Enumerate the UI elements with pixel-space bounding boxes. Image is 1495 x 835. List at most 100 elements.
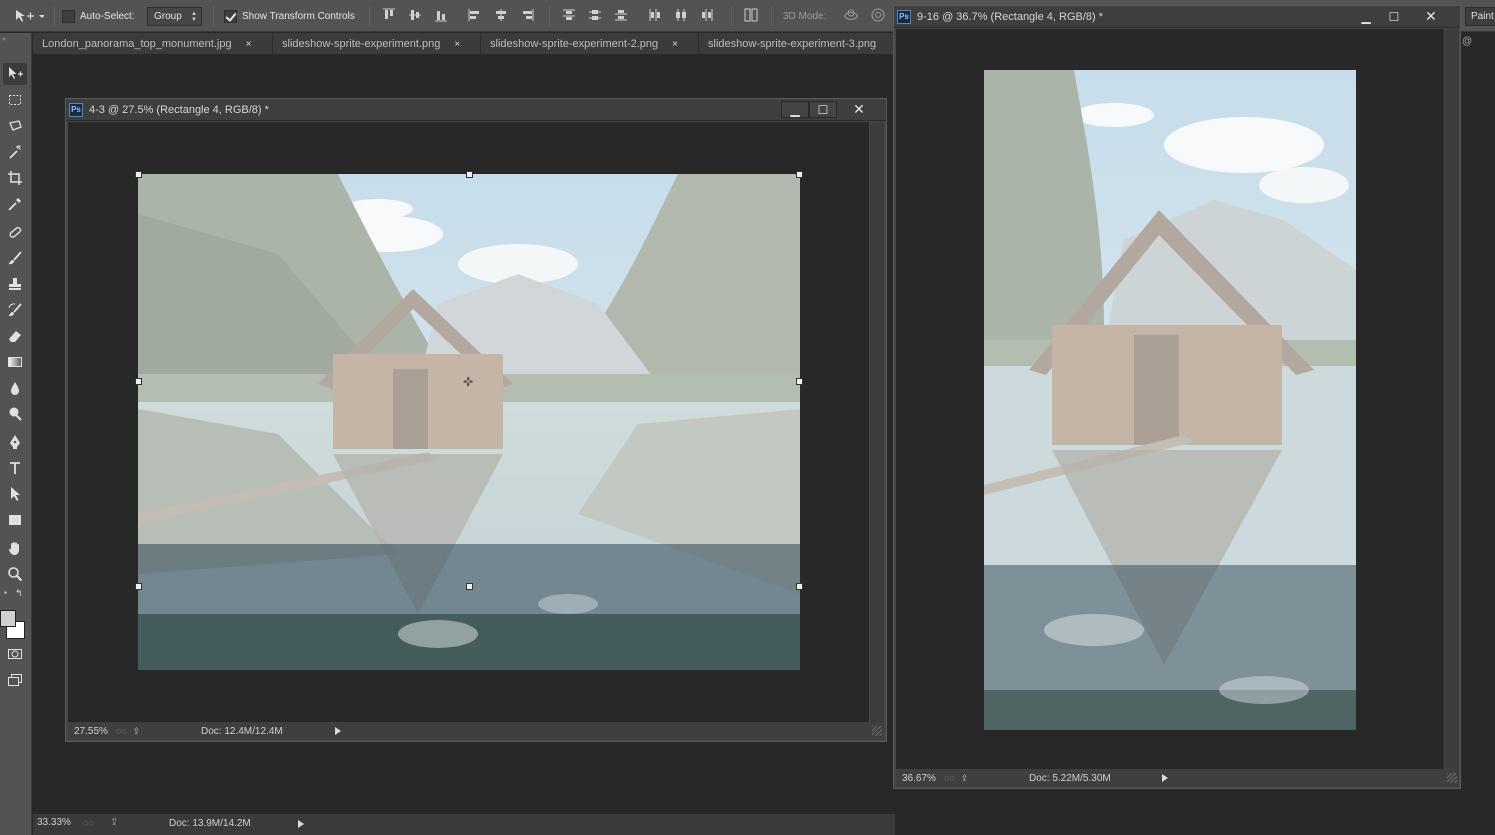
marquee-tool-icon[interactable] <box>3 89 27 111</box>
transform-handle-top-left[interactable] <box>135 171 142 178</box>
transform-handle-middle-right[interactable] <box>796 378 803 385</box>
eraser-icon[interactable] <box>3 325 27 347</box>
align-right-edges-icon[interactable] <box>519 7 535 23</box>
show-transform-controls-checkbox[interactable] <box>224 9 237 23</box>
transform-handle-top-center[interactable] <box>466 171 473 178</box>
minimize-button[interactable]: ▁ <box>781 101 809 118</box>
auto-align-layers-icon[interactable] <box>743 7 759 23</box>
resize-grip-icon[interactable] <box>1447 773 1457 783</box>
tab-slideshow-sprite-experiment-3[interactable]: slideshow-sprite-experiment-3.png <box>699 33 895 55</box>
pen-tool-icon[interactable] <box>3 431 27 453</box>
transform-handle-bottom-left[interactable] <box>135 583 142 590</box>
quick-mask-icon[interactable] <box>3 643 27 665</box>
main-doc-size: Doc: 13.9M/14.2M <box>169 818 251 829</box>
panel-collapse-icon[interactable]: » <box>2 36 6 43</box>
dodge-tool-icon[interactable] <box>3 403 27 425</box>
lasso-tool-icon[interactable] <box>3 115 27 137</box>
share-icon[interactable]: ⇪ <box>133 726 141 737</box>
tab-slideshow-sprite-experiment-2[interactable]: slideshow-sprite-experiment-2.png × <box>481 33 699 55</box>
workspace-switcher-button[interactable]: Paint <box>1465 7 1495 26</box>
photoshop-doc-icon: Ps <box>897 9 911 24</box>
3d-roll-icon[interactable] <box>870 7 886 23</box>
main-zoom-level[interactable]: 33.33% <box>37 817 71 828</box>
status-menu-arrow-icon[interactable] <box>335 727 341 735</box>
maximize-button[interactable]: ☐ <box>809 101 837 118</box>
window-titlebar[interactable]: Ps 9-16 @ 36.7% (Rectangle 4, RGB/8) * ▁… <box>894 6 1460 28</box>
minimize-button[interactable]: ▁ <box>1352 8 1380 25</box>
status-icons: ◌◌ ⇪ <box>944 773 984 784</box>
swap-colors-icon[interactable]: ↰ <box>15 588 23 599</box>
default-colors-icon[interactable]: ▪ <box>4 588 7 597</box>
canvas-image-boathouse[interactable] <box>138 174 800 670</box>
zoom-level[interactable]: 27.55% <box>68 726 116 737</box>
type-tool-icon[interactable] <box>3 457 27 479</box>
align-bottom-edges-icon[interactable] <box>433 7 449 23</box>
cloud-sync-icon[interactable]: ◌◌ <box>116 726 127 737</box>
distribute-left-edges-icon[interactable] <box>647 7 663 23</box>
share-icon[interactable]: ⇪ <box>961 773 969 784</box>
tab-close-icon[interactable]: × <box>454 39 460 50</box>
resize-grip-icon[interactable] <box>872 726 882 736</box>
status-menu-arrow-icon[interactable] <box>298 820 304 828</box>
status-menu-arrow-icon[interactable] <box>1162 774 1168 782</box>
tools-panel: » ▪ ↰ <box>0 33 32 835</box>
maximize-button[interactable]: ☐ <box>1380 8 1408 25</box>
3d-orbit-icon[interactable] <box>843 7 859 23</box>
transform-reference-point-icon[interactable]: ✜ <box>463 375 473 389</box>
tab-overflow-icon[interactable]: @ <box>1462 36 1472 47</box>
align-horizontal-centers-icon[interactable] <box>493 7 509 23</box>
cloud-sync-icon[interactable]: ◌◌ <box>944 773 955 784</box>
status-cloud-icon[interactable]: ◌◌ <box>83 818 94 828</box>
align-vertical-centers-icon[interactable] <box>407 7 423 23</box>
magic-wand-icon[interactable] <box>3 141 27 163</box>
vertical-scrollbar[interactable] <box>1445 29 1459 769</box>
transform-handle-middle-left[interactable] <box>135 378 142 385</box>
zoom-tool-icon[interactable] <box>3 563 27 585</box>
brush-tool-icon[interactable] <box>3 247 27 269</box>
window-status-bar: 27.55% ◌◌ ⇪ Doc: 12.4M/12.4M <box>68 722 884 740</box>
foreground-color-swatch[interactable] <box>0 610 16 627</box>
move-tool-preset-icon[interactable] <box>14 0 44 32</box>
transform-handle-bottom-center[interactable] <box>466 583 473 590</box>
zoom-level[interactable]: 36.67% <box>896 773 944 784</box>
healing-brush-icon[interactable] <box>3 221 27 243</box>
canvas-area[interactable]: ✜ <box>68 122 869 722</box>
align-left-edges-icon[interactable] <box>467 7 483 23</box>
clone-stamp-icon[interactable] <box>3 273 27 295</box>
photoshop-app: Auto-Select: Group ▲ ▼ Show Transform Con… <box>0 0 1495 835</box>
close-button[interactable]: ✕ <box>845 101 873 118</box>
align-top-edges-icon[interactable] <box>381 7 397 23</box>
history-brush-icon[interactable] <box>3 299 27 321</box>
blur-tool-icon[interactable] <box>3 377 27 399</box>
transform-handle-bottom-right[interactable] <box>796 583 803 590</box>
distribute-bottom-edges-icon[interactable] <box>613 7 629 23</box>
hand-tool-icon[interactable] <box>3 537 27 559</box>
close-button[interactable]: ✕ <box>1417 8 1445 25</box>
crop-tool-icon[interactable] <box>3 167 27 189</box>
transform-handle-top-right[interactable] <box>796 171 803 178</box>
vertical-scrollbar[interactable] <box>870 122 884 722</box>
distribute-right-edges-icon[interactable] <box>699 7 715 23</box>
3d-mode-label: 3D Mode: <box>783 10 827 22</box>
photoshop-doc-icon: Ps <box>69 102 83 117</box>
tab-close-icon[interactable]: × <box>672 39 678 50</box>
path-selection-icon[interactable] <box>3 483 27 505</box>
eyedropper-icon[interactable] <box>3 193 27 215</box>
doc-size: Doc: 12.4M/12.4M <box>201 725 283 737</box>
tab-slideshow-sprite-experiment[interactable]: slideshow-sprite-experiment.png × <box>273 33 481 55</box>
distribute-top-edges-icon[interactable] <box>561 7 577 23</box>
distribute-horizontal-centers-icon[interactable] <box>673 7 689 23</box>
distribute-vertical-centers-icon[interactable] <box>587 7 603 23</box>
auto-select-target-dropdown[interactable]: Group ▲ ▼ <box>147 6 202 26</box>
canvas-area[interactable] <box>896 29 1444 769</box>
auto-select-checkbox[interactable] <box>62 9 75 23</box>
window-titlebar[interactable]: Ps 4-3 @ 27.5% (Rectangle 4, RGB/8) * ▁ … <box>66 99 886 121</box>
canvas-image-boathouse[interactable] <box>984 70 1356 730</box>
rectangle-tool-icon[interactable] <box>3 509 27 531</box>
screen-mode-icon[interactable] <box>3 669 27 691</box>
share-icon[interactable]: ⇪ <box>110 817 118 828</box>
tab-london-panorama[interactable]: London_panorama_top_monument.jpg × <box>33 33 273 55</box>
gradient-tool-icon[interactable] <box>3 351 27 373</box>
tab-close-icon[interactable]: × <box>246 39 252 50</box>
move-tool-icon[interactable] <box>3 63 27 85</box>
